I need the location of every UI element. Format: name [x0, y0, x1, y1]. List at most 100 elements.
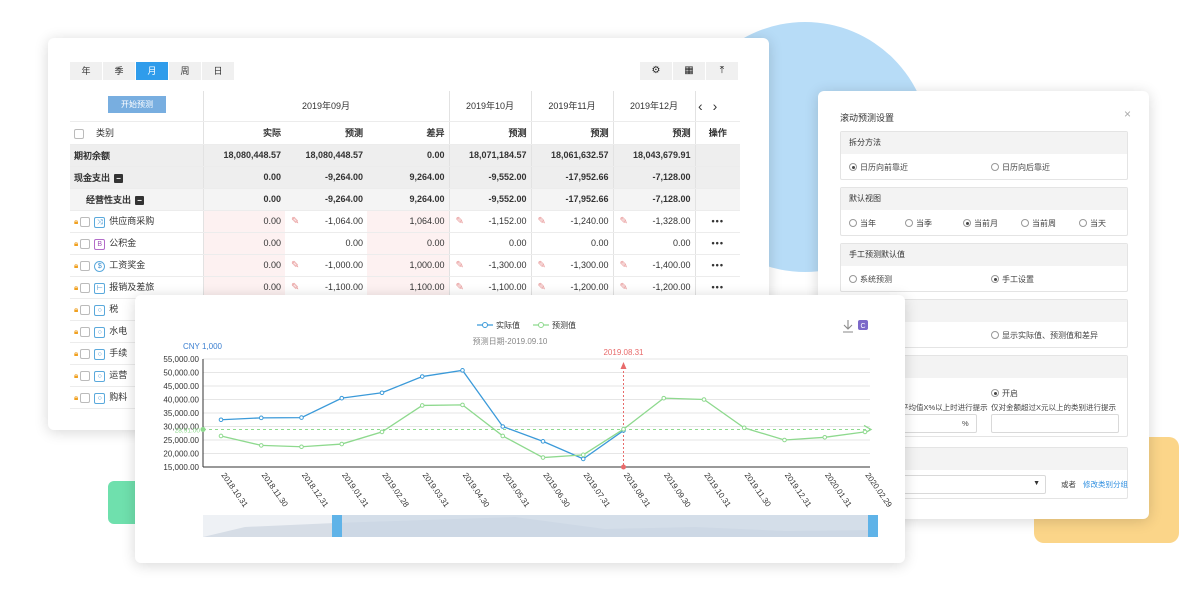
table-row-opening: 期初余额 18,080,448.57 18,080,448.57 0.00 18… [70, 144, 740, 167]
period-day[interactable]: 日 [202, 62, 235, 80]
more-icon[interactable]: ••• [694, 232, 740, 255]
lock-icon: 🔒︎ [74, 217, 79, 227]
radio-manual-setting[interactable]: 手工设置 [991, 274, 1034, 285]
group-select[interactable]: ▼ [901, 475, 1046, 494]
row-checkbox[interactable] [80, 261, 91, 272]
alert-amount-input[interactable] [991, 414, 1119, 433]
row-checkbox[interactable] [80, 349, 91, 360]
data-point [661, 395, 667, 401]
collapse-icon[interactable]: − [114, 173, 124, 183]
period-quarter[interactable]: 季 [103, 62, 136, 80]
reference-label: 28,91.00 [175, 427, 201, 434]
select-all-checkbox[interactable] [74, 128, 84, 139]
period-week[interactable]: 周 [169, 62, 202, 80]
y-tick-label: 40,000.00 [163, 396, 199, 405]
row-checkbox[interactable] [80, 239, 91, 250]
legend-marker [482, 322, 488, 328]
pencil-icon[interactable]: ✎ [620, 282, 628, 293]
start-forecast-button[interactable]: 开始预测 [108, 96, 166, 113]
row-checkbox[interactable] [80, 283, 91, 294]
x-tick-label: 2019.08.31 [622, 471, 653, 509]
shuffle-icon: ⤨ [94, 216, 106, 228]
manual-default-section: 手工预测默认值 系统预测 手工设置 [840, 243, 1128, 292]
x-tick-label: 2019.07.31 [582, 471, 613, 509]
radio-view-quarter[interactable]: 当季 [905, 218, 932, 229]
zoom-slider[interactable] [203, 515, 878, 537]
x-tick-label: 2019.10.31 [702, 471, 733, 509]
pencil-icon[interactable]: ✎ [291, 282, 299, 293]
data-point [500, 433, 506, 439]
row-checkbox[interactable] [80, 217, 91, 228]
radio-split-backward[interactable]: 日历向后靠近 [991, 162, 1050, 173]
row-checkbox[interactable] [80, 327, 91, 338]
table-row: 🔒︎ ⤨ 供应商采购 0.00 ✎ -1,064.00 1,064.00 ✎ -1,15… [70, 210, 740, 233]
col-forecast-nov: 预测 [530, 121, 613, 145]
col-action: 操作 [694, 121, 740, 145]
row-checkbox[interactable] [80, 305, 91, 316]
close-icon[interactable]: × [1124, 107, 1131, 121]
pencil-icon[interactable]: ✎ [620, 216, 628, 227]
data-point [580, 452, 586, 458]
calculator-icon[interactable]: ▦ [672, 62, 705, 80]
pencil-icon[interactable]: ✎ [456, 216, 464, 227]
pencil-icon[interactable]: ✎ [456, 282, 464, 293]
x-tick-label: 2020.02.29 [863, 471, 894, 509]
x-tick-label: 2019.04.30 [461, 471, 492, 509]
marker-arrow [620, 362, 627, 369]
data-point [621, 426, 626, 432]
chevron-down-icon: ▼ [1033, 480, 1040, 487]
row-checkbox[interactable] [80, 393, 91, 404]
material-icon: ○ [94, 392, 106, 404]
period-year[interactable]: 年 [70, 62, 103, 80]
toolbar: ⚙ ▦ ⤒ [639, 62, 738, 80]
period-month[interactable]: 月 [136, 62, 169, 80]
col-category: 类别 [96, 128, 115, 138]
radio-view-year[interactable]: 当年 [849, 218, 876, 229]
housing-fund-icon: B [94, 238, 106, 250]
data-point [299, 415, 304, 420]
utility-icon: ○ [94, 326, 106, 338]
lock-icon: 🔒︎ [74, 327, 79, 337]
data-point [580, 456, 586, 462]
slider-left-handle[interactable] [332, 515, 342, 537]
prev-month-button[interactable]: ‹ [698, 98, 713, 114]
data-point [822, 435, 828, 440]
collapse-icon[interactable]: − [135, 195, 145, 205]
data-point [218, 417, 224, 423]
data-point [339, 441, 345, 447]
next-month-button[interactable]: › [713, 98, 728, 114]
pencil-icon[interactable]: ✎ [620, 260, 628, 271]
view-data-icon[interactable]: C [858, 320, 868, 330]
radio-view-day[interactable]: 当天 [1079, 218, 1106, 229]
x-tick-label: 2019.03.31 [421, 471, 452, 509]
pencil-icon[interactable]: ✎ [456, 260, 464, 271]
x-tick-label: 2018.10.31 [219, 471, 250, 509]
legend-item[interactable]: 实际值 [496, 320, 520, 330]
lock-icon: 🔒︎ [74, 261, 79, 271]
split-method-section: 拆分方法 日历向前靠近 日历向后靠近 [840, 131, 1128, 180]
radio-view-week[interactable]: 当前周 [1021, 218, 1056, 229]
pencil-icon[interactable]: ✎ [538, 282, 546, 293]
modify-group-link[interactable]: 修改类别分组 [1083, 479, 1128, 490]
pencil-icon[interactable]: ✎ [291, 216, 299, 227]
legend-item[interactable]: 预测值 [552, 320, 576, 330]
more-icon[interactable]: ••• [694, 254, 740, 277]
month-header-nov: 2019年11月 [530, 91, 613, 122]
gear-icon[interactable]: ⚙ [639, 62, 672, 80]
tax-icon: ○ [94, 304, 106, 316]
radio-split-forward[interactable]: 日历向前靠近 [849, 162, 908, 173]
more-icon[interactable]: ••• [694, 210, 740, 233]
row-checkbox[interactable] [80, 371, 91, 382]
pencil-icon[interactable]: ✎ [538, 260, 546, 271]
slider-right-handle[interactable] [868, 515, 878, 537]
radio-show-all[interactable]: 显示实际值、预测值和差异 [991, 330, 1098, 341]
radio-view-month[interactable]: 当前月 [963, 218, 998, 229]
pencil-icon[interactable]: ✎ [291, 260, 299, 271]
pencil-icon[interactable]: ✎ [538, 216, 546, 227]
chart-title: 预测日期-2019.09.10 [473, 336, 548, 346]
radio-alert-on[interactable]: 开启 [991, 388, 1018, 399]
export-icon[interactable]: ⤒ [705, 62, 738, 80]
download-icon[interactable] [843, 320, 853, 333]
lock-icon: 🔒︎ [74, 305, 79, 315]
radio-system-forecast[interactable]: 系统预测 [849, 274, 892, 285]
